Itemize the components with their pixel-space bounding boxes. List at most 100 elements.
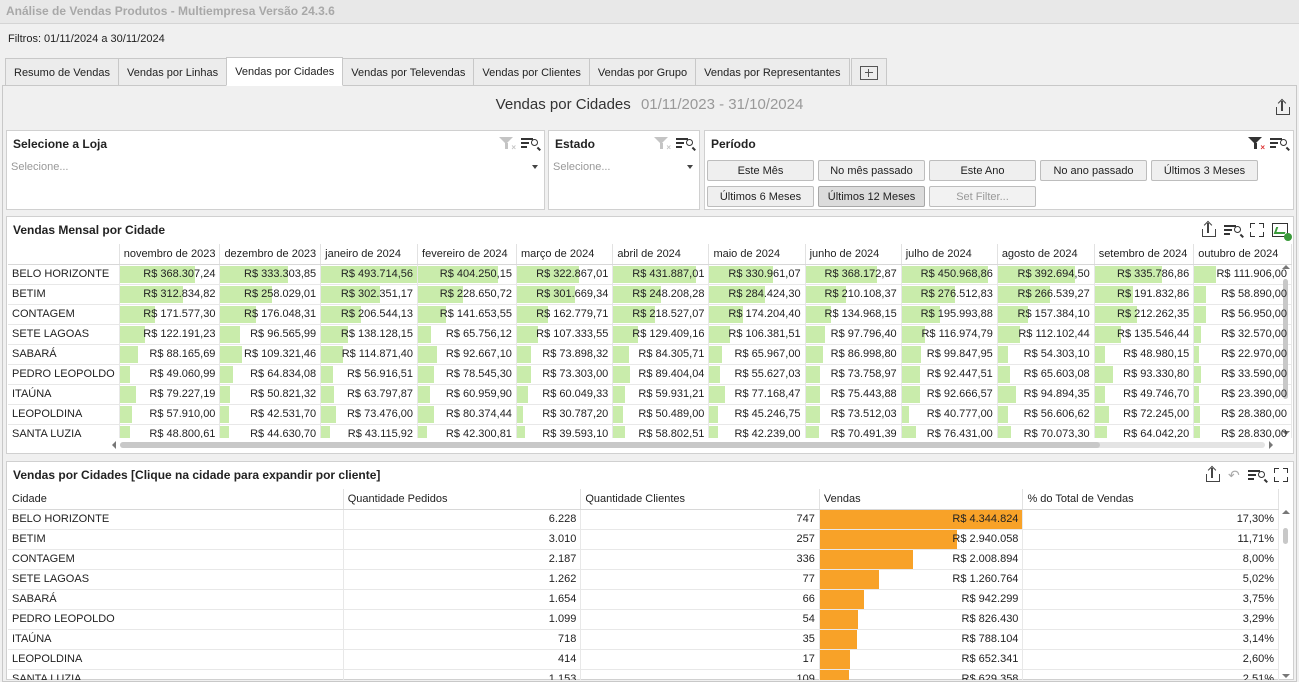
monthly-value-cell[interactable]: R$ 22.970,00 [1193, 344, 1292, 365]
table-row[interactable]: BETIM 3.010 257 R$ 2.940.058 11,71% [8, 529, 1279, 550]
export-icon[interactable] [1200, 220, 1216, 238]
monthly-value-cell[interactable]: R$ 493.714,56 [320, 264, 419, 285]
table-row[interactable]: PEDRO LEOPOLDO 1.099 54 R$ 826.430 3,29% [8, 609, 1279, 630]
monthly-value-cell[interactable]: R$ 94.894,35 [997, 384, 1095, 405]
monthly-value-cell[interactable]: R$ 210.108,37 [805, 284, 902, 305]
monthly-value-cell[interactable]: R$ 112.102,44 [997, 324, 1095, 345]
monthly-value-cell[interactable]: R$ 301.669,34 [516, 284, 614, 305]
monthly-value-cell[interactable]: R$ 258.029,01 [219, 284, 322, 305]
tab-vendas-por-clientes[interactable]: Vendas por Clientes [473, 58, 590, 86]
monthly-value-cell[interactable]: R$ 171.577,30 [119, 304, 221, 325]
add-tab-button[interactable] [850, 58, 887, 86]
monthly-value-cell[interactable]: R$ 39.593,10 [516, 424, 614, 438]
monthly-value-cell[interactable]: R$ 284.424,30 [708, 284, 806, 305]
table-row[interactable]: SABARÁ R$ 88.165,69 R$ 109.321,46 R$ 114.87… [8, 344, 1292, 365]
fullscreen-icon[interactable] [1274, 468, 1288, 482]
column-header[interactable]: abril de 2024 [612, 244, 710, 265]
monthly-value-cell[interactable]: R$ 99.847,95 [901, 344, 998, 365]
vertical-scrollbar[interactable] [1280, 510, 1292, 678]
city-cell[interactable]: CONTAGEM [8, 304, 120, 325]
monthly-value-cell[interactable]: R$ 107.333,55 [516, 324, 614, 345]
city-cell[interactable]: PEDRO LEOPOLDO [8, 609, 344, 630]
city-cell[interactable]: BETIM [8, 529, 344, 550]
table-row[interactable]: CONTAGEM 2.187 336 R$ 2.008.894 8,00% [8, 549, 1279, 570]
monthly-value-cell[interactable]: R$ 141.653,55 [417, 304, 517, 325]
monthly-value-cell[interactable]: R$ 176.048,31 [219, 304, 322, 325]
monthly-value-cell[interactable]: R$ 431.887,01 [612, 264, 710, 285]
monthly-value-cell[interactable]: R$ 56.606,62 [997, 404, 1095, 425]
column-header[interactable]: Quantidade Pedidos [343, 489, 582, 510]
table-row[interactable]: SANTA LUZIA R$ 48.800,61 R$ 44.630,70 R$ 43… [8, 424, 1292, 438]
monthly-value-cell[interactable]: R$ 312.834,82 [119, 284, 221, 305]
city-cell[interactable]: BELO HORIZONTE [8, 264, 120, 285]
column-header[interactable]: maio de 2024 [708, 244, 806, 265]
monthly-value-cell[interactable]: R$ 162.779,71 [516, 304, 614, 325]
store-select[interactable]: Selecione... [9, 159, 542, 177]
horizontal-scrollbar[interactable] [112, 439, 1273, 451]
column-header[interactable]: dezembro de 2023 [219, 244, 322, 265]
period-button[interactable]: Últimos 6 Meses [707, 186, 814, 207]
monthly-value-cell[interactable]: R$ 55.627,03 [708, 364, 806, 385]
monthly-value-cell[interactable]: R$ 40.777,00 [901, 404, 998, 425]
monthly-value-cell[interactable]: R$ 45.246,75 [708, 404, 806, 425]
tab-vendas-por-televendas[interactable]: Vendas por Televendas [342, 58, 475, 86]
monthly-value-cell[interactable]: R$ 134.968,15 [805, 304, 902, 325]
monthly-value-cell[interactable]: R$ 80.374,44 [417, 404, 517, 425]
monthly-value-cell[interactable]: R$ 56.950,00 [1193, 304, 1292, 325]
monthly-value-cell[interactable]: R$ 73.476,00 [320, 404, 419, 425]
monthly-value-cell[interactable]: R$ 54.303,10 [997, 344, 1095, 365]
monthly-value-cell[interactable]: R$ 42.239,00 [708, 424, 806, 438]
monthly-value-cell[interactable]: R$ 28.830,00 [1193, 424, 1292, 438]
monthly-value-cell[interactable]: R$ 97.796,40 [805, 324, 902, 345]
city-cell[interactable]: ITAÚNA [8, 384, 120, 405]
monthly-value-cell[interactable]: R$ 32.570,00 [1193, 324, 1292, 345]
period-button[interactable]: No mês passado [818, 160, 925, 181]
monthly-value-cell[interactable]: R$ 64.042,20 [1094, 424, 1195, 438]
monthly-value-cell[interactable]: R$ 111.906,00 [1193, 264, 1292, 285]
monthly-value-cell[interactable]: R$ 30.787,20 [516, 404, 614, 425]
monthly-value-cell[interactable]: R$ 174.204,40 [708, 304, 806, 325]
monthly-value-cell[interactable]: R$ 114.871,40 [320, 344, 419, 365]
monthly-value-cell[interactable]: R$ 77.168,47 [708, 384, 806, 405]
city-cell[interactable]: ITAÚNA [8, 629, 344, 650]
column-header[interactable]: junho de 2024 [805, 244, 902, 265]
column-header[interactable]: janeiro de 2024 [320, 244, 419, 265]
chevron-down-icon[interactable] [532, 165, 538, 169]
table-row[interactable]: SETE LAGOAS 1.262 77 R$ 1.260.764 5,02% [8, 569, 1279, 590]
monthly-value-cell[interactable]: R$ 56.916,51 [320, 364, 419, 385]
monthly-value-cell[interactable]: R$ 404.250,15 [417, 264, 517, 285]
period-button[interactable]: Set Filter... [929, 186, 1036, 207]
monthly-value-cell[interactable]: R$ 276.512,83 [901, 284, 998, 305]
list-search-icon[interactable] [676, 136, 694, 150]
monthly-value-cell[interactable]: R$ 368.172,87 [805, 264, 902, 285]
monthly-value-cell[interactable]: R$ 92.667,10 [417, 344, 517, 365]
undo-icon[interactable]: ↶ [1228, 468, 1240, 482]
city-cell[interactable]: LEOPOLDINA [8, 649, 344, 670]
list-search-icon[interactable] [1224, 223, 1242, 237]
monthly-value-cell[interactable]: R$ 60.959,90 [417, 384, 517, 405]
city-cell[interactable]: SABARÁ [8, 344, 120, 365]
monthly-value-cell[interactable]: R$ 50.821,32 [219, 384, 322, 405]
table-row[interactable]: BELO HORIZONTE 6.228 747 R$ 4.344.824 17,30% [8, 509, 1279, 530]
monthly-value-cell[interactable]: R$ 73.898,32 [516, 344, 614, 365]
monthly-value-cell[interactable]: R$ 76.431,00 [901, 424, 998, 438]
monthly-value-cell[interactable]: R$ 195.993,88 [901, 304, 998, 325]
monthly-value-cell[interactable]: R$ 73.303,00 [516, 364, 614, 385]
monthly-value-cell[interactable]: R$ 122.191,23 [119, 324, 221, 345]
list-search-icon[interactable] [1248, 468, 1266, 482]
monthly-value-cell[interactable]: R$ 58.890,00 [1193, 284, 1292, 305]
city-cell[interactable]: BELO HORIZONTE [8, 509, 344, 530]
chart-icon[interactable] [1272, 223, 1292, 241]
clear-filter-icon[interactable]: × [499, 136, 516, 152]
column-header[interactable] [8, 244, 120, 265]
table-row[interactable]: ITAÚNA 718 35 R$ 788.104 3,14% [8, 629, 1279, 650]
tab-vendas-por-cidades[interactable]: Vendas por Cidades [226, 57, 344, 86]
monthly-value-cell[interactable]: R$ 72.245,00 [1094, 404, 1195, 425]
table-row[interactable]: LEOPOLDINA R$ 57.910,00 R$ 42.531,70 R$ 73.… [8, 404, 1292, 425]
chevron-down-icon[interactable] [687, 165, 693, 169]
monthly-value-cell[interactable]: R$ 65.967,00 [708, 344, 806, 365]
monthly-value-cell[interactable]: R$ 23.390,00 [1193, 384, 1292, 405]
column-header[interactable]: % do Total de Vendas [1022, 489, 1279, 510]
dashboard-export-button[interactable] [1274, 98, 1290, 119]
tab-vendas-por-representantes[interactable]: Vendas por Representantes [695, 58, 850, 86]
